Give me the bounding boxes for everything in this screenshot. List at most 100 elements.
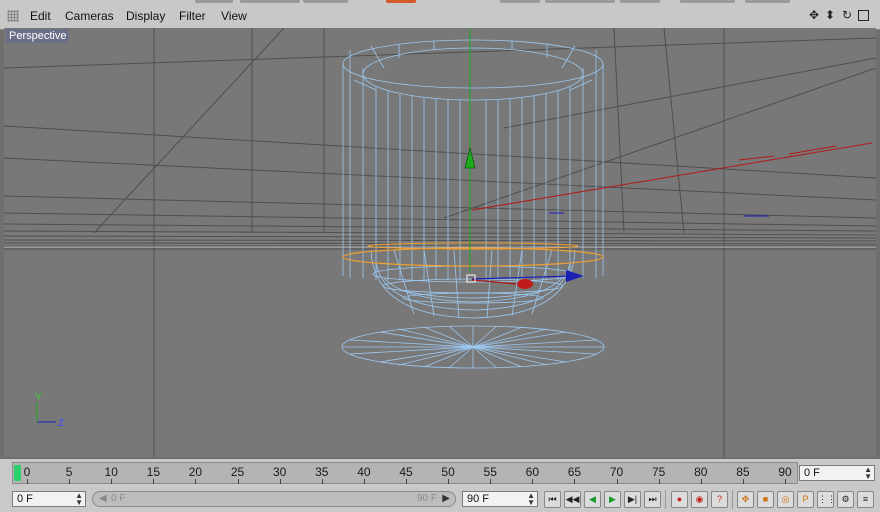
range-right-arrow-icon[interactable]: ▶ <box>442 493 450 504</box>
timeline-tick <box>532 479 534 484</box>
current-frame-value: 0 F <box>804 467 820 479</box>
cup-bowl-mesh[interactable] <box>370 249 576 319</box>
x-axis-line <box>471 142 873 211</box>
prev-key-button[interactable]: ◀◀ <box>564 491 581 508</box>
move-view-icon[interactable]: ✥ <box>808 9 820 21</box>
tab-edge <box>545 0 615 3</box>
timeline-tick-label: 5 <box>65 465 73 479</box>
timeline-tick-label: 45 <box>399 465 413 479</box>
timeline-tick <box>69 479 71 484</box>
scene-canvas[interactable]: Y Z <box>4 28 876 457</box>
timeline: 0 5 10 15 20 25 30 35 40 45 50 55 60 65 70 75 80 85 90 0 F… <box>0 459 880 487</box>
key-position-button[interactable]: ✥ <box>737 491 754 508</box>
stepper-icon[interactable]: ▲ ▼ <box>527 492 535 507</box>
autokey-button[interactable]: ◉ <box>691 491 708 508</box>
timeline-tick <box>490 479 492 484</box>
key-rotation-button[interactable]: ◎ <box>777 491 794 508</box>
start-frame-value: 0 F <box>17 493 33 505</box>
timeline-tick-label: 35 <box>315 465 329 479</box>
stepper-icon[interactable]: ▲ ▼ <box>75 492 83 507</box>
timeline-tick-label: 70 <box>609 465 624 479</box>
timeline-tick <box>616 479 618 484</box>
current-frame-field[interactable]: 0 F ▲ ▼ <box>799 465 875 481</box>
z-axis-handle[interactable] <box>566 270 584 282</box>
x-axis-handle[interactable] <box>517 279 533 289</box>
timeline-tick <box>111 479 113 484</box>
timeline-tick-label: 40 <box>357 465 371 479</box>
menu-edit[interactable]: Edit <box>30 9 51 23</box>
tab-edge <box>195 0 233 3</box>
next-frame-button[interactable]: ▶| <box>624 491 641 508</box>
timeline-tick-label: 85 <box>736 465 750 479</box>
disc-mesh[interactable] <box>341 325 605 369</box>
timeline-tick-label: 60 <box>525 465 540 479</box>
range-left-arrow-icon[interactable]: ◀ <box>99 493 107 504</box>
keyframe-selection-button[interactable]: ? <box>711 491 728 508</box>
perspective-viewport[interactable]: Y Z Perspective <box>4 28 876 457</box>
menu-cameras[interactable]: Cameras <box>65 9 114 23</box>
tab-edge <box>745 0 790 3</box>
timeline-tick <box>27 479 28 484</box>
start-frame-field[interactable]: 0 F ▲ ▼ <box>12 491 86 507</box>
animation-toolbar: 0 F ▲ ▼ ◀ 0 F 90 F ▶ 90 F ▲ ▼ ⏮ ◀◀ ◀ ▶ ▶| … <box>0 487 880 512</box>
maximize-view-icon[interactable] <box>858 10 869 21</box>
timeline-tick-label: 90 <box>778 465 792 479</box>
timeline-tick-label: 75 <box>651 465 666 479</box>
key-pla-button[interactable]: ⋮⋮ <box>817 491 836 508</box>
timeline-tick-label: 10 <box>104 465 118 479</box>
panel-grip-icon[interactable] <box>7 10 19 22</box>
timeline-tick <box>406 479 407 484</box>
prev-frame-button[interactable]: ◀ <box>584 491 601 508</box>
rotate-view-icon[interactable]: ↻ <box>841 9 853 21</box>
record-keys-button[interactable]: ● <box>671 491 688 508</box>
go-to-end-button[interactable]: ⏭ <box>644 491 661 508</box>
timeline-tick-label: 30 <box>272 465 287 479</box>
view-name-label[interactable]: Perspective <box>6 29 70 43</box>
timeline-tick <box>700 479 702 484</box>
timeline-tick <box>237 479 239 484</box>
timeline-tick <box>742 479 744 484</box>
timeline-tick-label: 25 <box>230 465 245 479</box>
y-axis-handle[interactable] <box>464 147 476 169</box>
timeline-tick-label: 15 <box>146 465 161 479</box>
timeline-tick <box>279 479 281 484</box>
timeline-tick <box>658 479 660 484</box>
go-to-start-button[interactable]: ⏮ <box>544 491 561 508</box>
end-frame-value: 90 F <box>467 493 490 505</box>
timeline-ruler[interactable]: 0 5 10 15 20 25 30 35 40 45 50 55 60 65 70 75 80 85 90 <box>12 462 798 484</box>
timeline-tick-label: 20 <box>188 465 203 479</box>
timeline-tick-label: 0 <box>23 465 31 479</box>
timeline-tick-label: 55 <box>483 465 497 479</box>
timeline-tick-label: 65 <box>567 465 582 479</box>
dolly-view-icon[interactable]: ⬍ <box>824 9 836 21</box>
timeline-tick <box>363 479 365 484</box>
range-start-label: 0 F <box>111 493 126 504</box>
timeline-tick-label: 80 <box>694 465 708 479</box>
frame-range-slider[interactable]: ◀ 0 F 90 F ▶ <box>92 491 456 507</box>
x-axis-ticks <box>738 145 837 161</box>
tab-edge <box>303 0 348 3</box>
range-end-label: 90 F <box>416 493 437 504</box>
z-axis-line <box>471 275 575 280</box>
tab-edge <box>680 0 735 3</box>
menu-filter[interactable]: Filter <box>179 9 206 23</box>
stepper-icon[interactable]: ▲ ▼ <box>864 466 872 481</box>
tab-edge <box>620 0 660 3</box>
animation-settings-icon[interactable]: ⚙ <box>837 491 854 508</box>
playhead[interactable] <box>14 465 21 481</box>
tab-edge <box>500 0 540 3</box>
timeline-tick <box>785 479 786 484</box>
end-frame-field[interactable]: 90 F ▲ ▼ <box>462 491 538 507</box>
key-parameter-button[interactable]: P <box>797 491 814 508</box>
timeline-tick <box>321 479 323 484</box>
menu-view[interactable]: View <box>221 9 247 23</box>
key-scale-button[interactable]: ■ <box>757 491 774 508</box>
menu-display[interactable]: Display <box>126 9 165 23</box>
tab-edge-active <box>386 0 416 3</box>
timeline-tick-label: 50 <box>441 465 455 479</box>
world-z-label: Z <box>58 418 64 429</box>
viewport-menu-bar: Edit Cameras Display Filter View ✥ ⬍ ↻ <box>0 0 880 30</box>
scheme-menu-icon[interactable]: ≡ <box>857 491 874 508</box>
tab-edge <box>240 0 300 3</box>
play-forward-button[interactable]: ▶ <box>604 491 621 508</box>
